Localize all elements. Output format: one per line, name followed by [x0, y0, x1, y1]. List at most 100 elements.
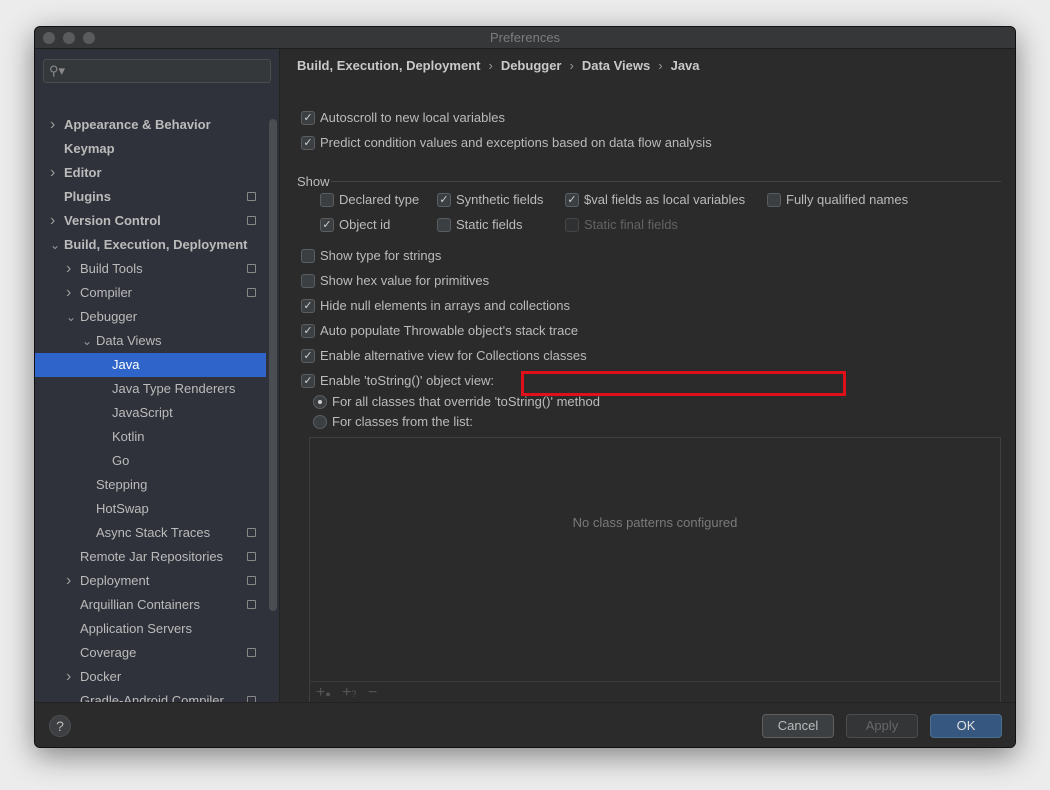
option-label: Show hex value for primitives: [320, 273, 490, 288]
sidebar-item[interactable]: › Appearance & Behavior: [35, 113, 266, 137]
chevron-right-icon[interactable]: ›: [66, 569, 71, 593]
sidebar-item-label: Build, Execution, Deployment: [64, 237, 248, 252]
checkbox-icon[interactable]: ✓: [301, 136, 315, 150]
sidebar-item[interactable]: › Compiler: [35, 281, 266, 305]
sidebar-item[interactable]: Async Stack Traces: [35, 521, 266, 545]
sidebar-item[interactable]: Plugins: [35, 185, 266, 209]
sidebar-scrollbar[interactable]: [269, 119, 277, 611]
sidebar-item[interactable]: Java: [35, 353, 266, 377]
option-label: Predict condition values and exceptions …: [320, 135, 712, 150]
add-class-icon[interactable]: +?: [342, 684, 356, 702]
window-title: Preferences: [489, 30, 561, 45]
sidebar-item[interactable]: › Build Tools: [35, 257, 266, 281]
cancel-button[interactable]: Cancel: [762, 714, 834, 738]
breadcrumb: Build, Execution, Deployment › Debugger › Da…: [297, 58, 700, 73]
add-pattern-icon[interactable]: +●: [316, 684, 331, 702]
sidebar-item[interactable]: Application Servers: [35, 617, 266, 641]
project-settings-icon: [247, 288, 256, 297]
checkbox-icon[interactable]: [320, 193, 334, 207]
checkbox-icon[interactable]: [565, 218, 579, 232]
chevron-right-icon[interactable]: ›: [66, 665, 71, 689]
sidebar-item-label: Keymap: [64, 141, 115, 156]
breadcrumb-item[interactable]: Debugger: [501, 58, 562, 73]
checkbox-icon[interactable]: [301, 274, 315, 288]
radio-icon[interactable]: [313, 395, 327, 409]
checkbox-icon[interactable]: [437, 218, 451, 232]
highlight-box: [521, 371, 846, 396]
sidebar-item-label: Go: [112, 453, 130, 468]
option-label: Static fields: [456, 217, 523, 232]
class-patterns-list[interactable]: No class patterns configured +● +? −: [309, 437, 1001, 708]
sidebar-item-label: Editor: [64, 165, 102, 180]
chevron-right-icon[interactable]: ›: [66, 257, 71, 281]
chevron-right-icon[interactable]: ›: [66, 281, 71, 305]
sidebar-item[interactable]: › Version Control: [35, 209, 266, 233]
sidebar-item[interactable]: Kotlin: [35, 425, 266, 449]
option-label: Fully qualified names: [786, 192, 909, 207]
sidebar-item[interactable]: › Docker: [35, 665, 266, 689]
breadcrumb-separator-icon: ›: [569, 58, 574, 73]
sidebar-item[interactable]: Go: [35, 449, 266, 473]
chevron-down-icon[interactable]: ⌄: [50, 233, 60, 257]
minimize-window-button[interactable]: [63, 32, 75, 44]
sidebar-item[interactable]: Java Type Renderers: [35, 377, 266, 401]
sidebar-item-label: Data Views: [96, 333, 162, 348]
chevron-down-icon[interactable]: ⌄: [66, 305, 76, 329]
project-settings-icon: [247, 552, 256, 561]
sidebar-item[interactable]: ⌄ Data Views: [35, 329, 266, 353]
sidebar-item[interactable]: Arquillian Containers: [35, 593, 266, 617]
chevron-down-icon[interactable]: ⌄: [82, 329, 92, 353]
sidebar-item-label: Version Control: [64, 213, 161, 228]
project-settings-icon: [247, 648, 256, 657]
checkbox-icon[interactable]: ✓: [437, 193, 451, 207]
sidebar-item[interactable]: Stepping: [35, 473, 266, 497]
breadcrumb-item[interactable]: Build, Execution, Deployment: [297, 58, 480, 73]
chevron-right-icon[interactable]: ›: [50, 209, 55, 233]
sidebar-item[interactable]: Remote Jar Repositories: [35, 545, 266, 569]
sidebar-item-label: Plugins: [64, 189, 111, 204]
project-settings-icon: [247, 216, 256, 225]
checkbox-icon[interactable]: ✓: [301, 349, 315, 363]
zoom-window-button[interactable]: [83, 32, 95, 44]
sidebar-item-label: Arquillian Containers: [80, 597, 200, 612]
sidebar-item-label: Java: [112, 357, 140, 372]
breadcrumb-item[interactable]: Data Views: [582, 58, 650, 73]
option-label: For classes from the list:: [332, 414, 473, 429]
sidebar-item[interactable]: Coverage: [35, 641, 266, 665]
sidebar-item-label: Coverage: [80, 645, 137, 660]
sidebar-item[interactable]: ⌄ Debugger: [35, 305, 266, 329]
sidebar-item[interactable]: › Editor: [35, 161, 266, 185]
chevron-right-icon[interactable]: ›: [50, 161, 55, 185]
checkbox-icon[interactable]: [767, 193, 781, 207]
sidebar-item-label: Java Type Renderers: [112, 381, 236, 396]
sidebar-item[interactable]: ⌄ Build, Execution, Deployment: [35, 233, 266, 257]
option-label: Declared type: [339, 192, 420, 207]
chevron-right-icon[interactable]: ›: [50, 113, 55, 137]
settings-search-input[interactable]: ⚲▾: [43, 59, 271, 83]
checkbox-icon[interactable]: ✓: [301, 299, 315, 313]
remove-icon[interactable]: −: [368, 684, 377, 702]
checkbox-icon[interactable]: ✓: [320, 218, 334, 232]
sidebar-item-label: Docker: [80, 669, 122, 684]
checkbox-icon[interactable]: ✓: [301, 111, 315, 125]
radio-icon[interactable]: [313, 415, 327, 429]
sidebar-item[interactable]: › Deployment: [35, 569, 266, 593]
sidebar-item[interactable]: JavaScript: [35, 401, 266, 425]
option-label: Static final fields: [584, 217, 678, 232]
checkbox-icon[interactable]: ✓: [301, 374, 315, 388]
close-window-button[interactable]: [43, 32, 55, 44]
checkbox-icon[interactable]: [301, 249, 315, 263]
sidebar-item-label: Application Servers: [80, 621, 192, 636]
apply-button[interactable]: Apply: [846, 714, 918, 738]
breadcrumb-separator-icon: ›: [488, 58, 493, 73]
project-settings-icon: [247, 192, 256, 201]
sidebar-item[interactable]: Gradle-Android Compiler: [35, 689, 266, 702]
checkbox-icon[interactable]: ✓: [301, 324, 315, 338]
sidebar-item-label: Gradle-Android Compiler: [80, 693, 224, 702]
ok-button[interactable]: OK: [930, 714, 1002, 738]
option-label: Synthetic fields: [456, 192, 544, 207]
checkbox-icon[interactable]: ✓: [565, 193, 579, 207]
sidebar-item[interactable]: Keymap: [35, 137, 266, 161]
sidebar-item[interactable]: HotSwap: [35, 497, 266, 521]
help-button[interactable]: ?: [49, 715, 71, 737]
